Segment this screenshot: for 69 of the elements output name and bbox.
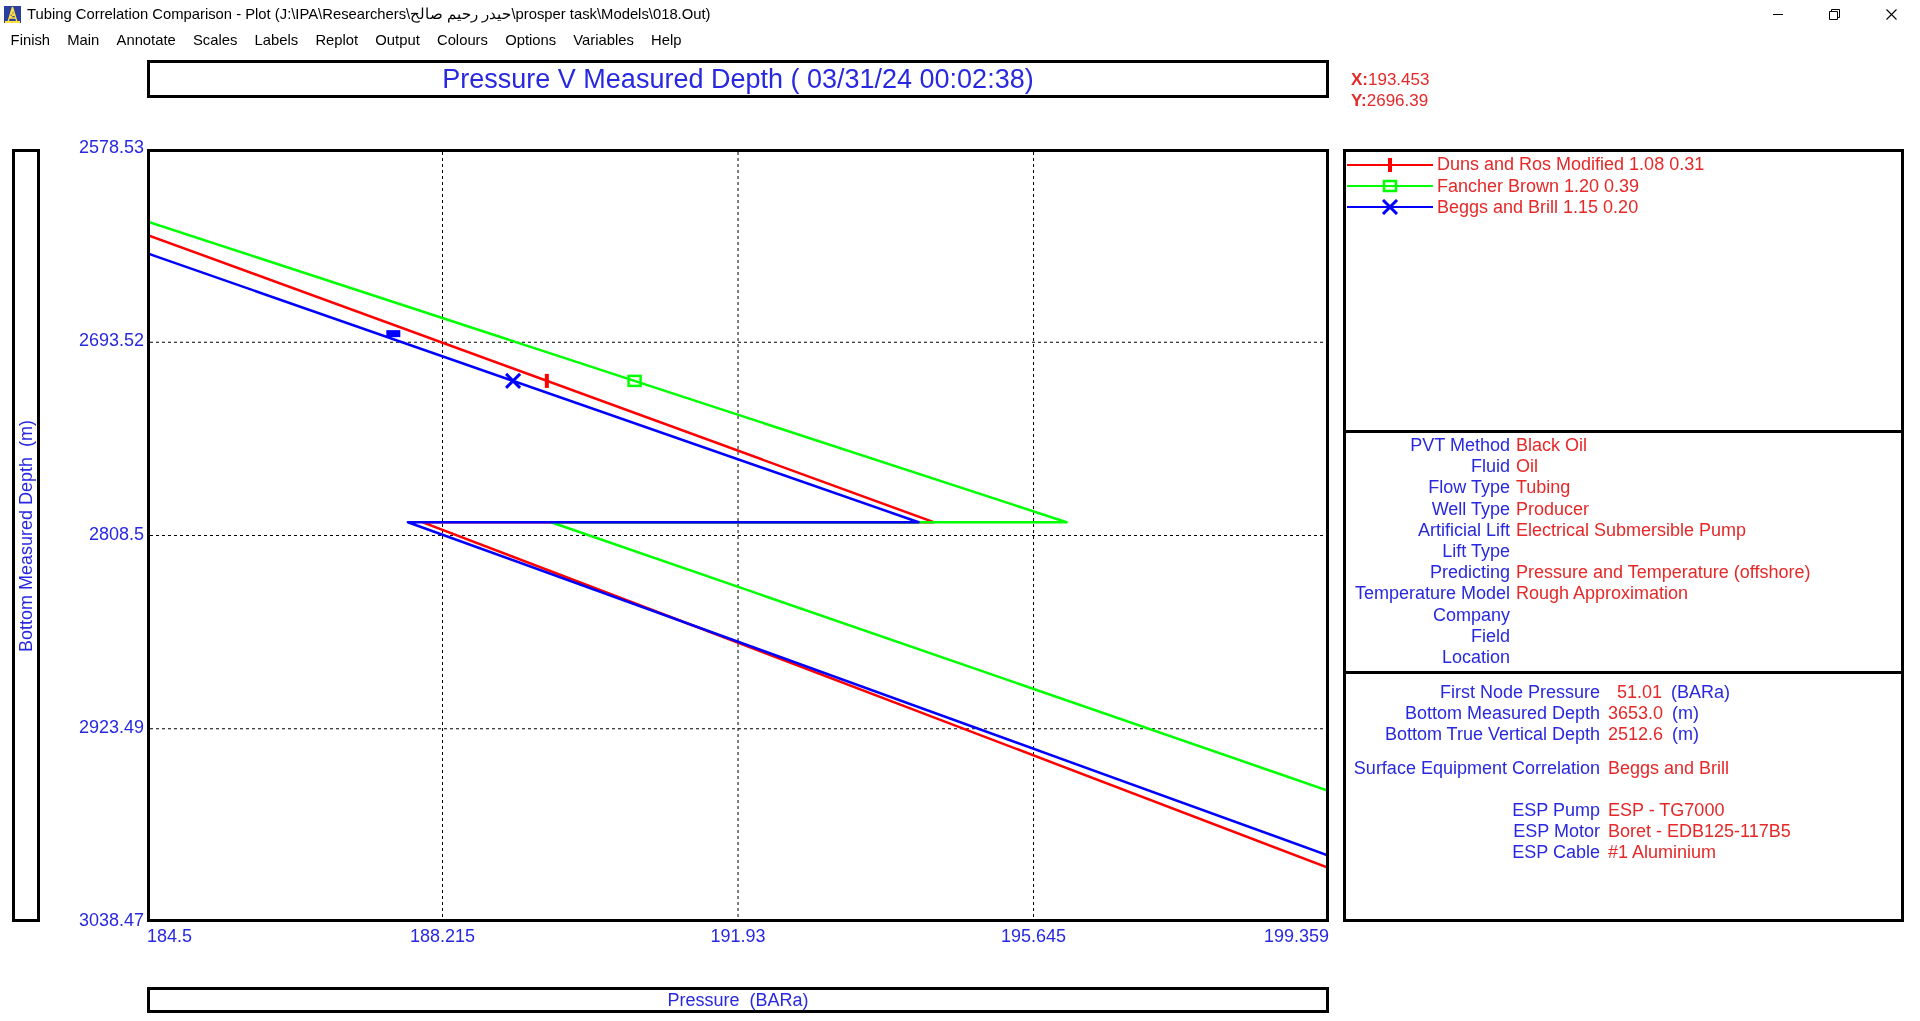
- field-label: Predicting: [1429, 561, 1510, 585]
- field-value: ESP - TG7000: [1608, 798, 1725, 822]
- menu-item[interactable]: Options: [496, 28, 565, 53]
- field-label: Bottom Measured Depth: [1404, 702, 1600, 726]
- x-axis-tick-label: 199.359: [1263, 926, 1329, 947]
- field-value: Beggs and Brill: [1608, 756, 1730, 780]
- minimize-icon: [1772, 13, 1783, 15]
- unit-label: (BARa): [1671, 681, 1730, 705]
- field-value: Black Oil: [1516, 434, 1587, 458]
- field-value: Oil: [1516, 455, 1538, 479]
- derrick-icon: [4, 5, 21, 23]
- chart-title: Pressure V Measured Depth ( 03/31/24 00:02:38): [147, 60, 1329, 98]
- field-value: Electrical Submersible Pump: [1516, 518, 1747, 542]
- y-axis-tick-label: 2693.52: [78, 330, 144, 352]
- field-value: 3653.0: [1608, 702, 1664, 726]
- y-axis-tick-label: 2808.5: [88, 523, 144, 545]
- field-value: Boret - EDB125-117B5: [1608, 820, 1791, 844]
- menu-item[interactable]: Scales: [184, 28, 246, 53]
- field-label: Artificial Lift: [1417, 519, 1510, 542]
- field-value: Tubing: [1516, 476, 1571, 500]
- field-label: Bottom True Vertical Depth: [1384, 723, 1600, 747]
- unit-label: (m): [1672, 702, 1700, 726]
- field-label: PVT Method: [1410, 434, 1510, 458]
- x-axis-title: Pressure (BARa): [147, 987, 1329, 1013]
- field-label: ESP Motor: [1513, 820, 1600, 844]
- field-value: #1 Aluminium: [1608, 841, 1717, 865]
- field-label: ESP Pump: [1512, 798, 1600, 822]
- field-label: Field: [1471, 625, 1510, 648]
- x-axis-tick-label: 195.645: [1001, 926, 1067, 947]
- field-label: Well Type: [1431, 497, 1510, 521]
- legend-label: Duns and Ros Modified 1.08 0.31: [1437, 153, 1705, 177]
- field-value: Producer: [1516, 497, 1590, 521]
- field-label: Company: [1432, 603, 1510, 627]
- menu-item[interactable]: Variables: [564, 28, 643, 53]
- restore-icon: [1829, 8, 1840, 20]
- close-icon: [1886, 8, 1897, 20]
- x-axis-tick-label: 191.93: [710, 926, 766, 947]
- x-axis-tick-label: 184.5: [147, 926, 193, 947]
- unit-label: (m): [1672, 723, 1700, 747]
- menu-item[interactable]: Replot: [306, 28, 367, 53]
- field-label: ESP Cable: [1512, 841, 1600, 865]
- menu-item[interactable]: Labels: [246, 28, 307, 53]
- field-label: First Node Pressure: [1439, 681, 1600, 705]
- legend-label: Beggs and Brill 1.15 0.20: [1437, 196, 1639, 219]
- menu-item[interactable]: Output: [366, 28, 429, 53]
- field-value: Pressure and Temperature (offshore): [1516, 561, 1811, 585]
- menu-item[interactable]: Finish: [2, 28, 59, 53]
- menu-item[interactable]: Annotate: [107, 28, 185, 53]
- menu-item[interactable]: Main: [58, 28, 108, 53]
- field-value: 51.01: [1615, 681, 1662, 705]
- y-axis-title: Bottom Measured Depth (m): [12, 149, 40, 922]
- field-label: Location: [1441, 645, 1510, 669]
- y-axis-tick-label: 2578.53: [78, 137, 144, 158]
- field-label: Temperature Model: [1354, 582, 1510, 606]
- x-axis-tick-label: 188.215: [410, 926, 476, 947]
- y-axis-tick-label: 3038.47: [78, 910, 144, 931]
- field-value: Rough Approximation: [1516, 582, 1689, 606]
- legend-label: Fancher Brown 1.20 0.39: [1437, 174, 1640, 198]
- window-title: Tubing Correlation Comparison - Plot (J:\IPA\Researchers\حيدر رحيم صالح\prosper task\Models\018.Out): [27, 4, 711, 25]
- coordinate-readout: Y:2696.39: [1351, 90, 1429, 111]
- field-label: Flow Type: [1428, 476, 1510, 500]
- field-label: Surface Equipment Correlation: [1353, 756, 1600, 780]
- coordinate-readout: X:193.453: [1351, 69, 1430, 90]
- menu-item[interactable]: Help: [642, 28, 691, 53]
- field-value: 2512.6: [1608, 723, 1664, 747]
- y-axis-tick-label: 2923.49: [78, 716, 144, 738]
- menu-item[interactable]: Colours: [428, 28, 497, 53]
- field-label: Fluid: [1471, 455, 1510, 479]
- field-label: Lift Type: [1442, 540, 1510, 564]
